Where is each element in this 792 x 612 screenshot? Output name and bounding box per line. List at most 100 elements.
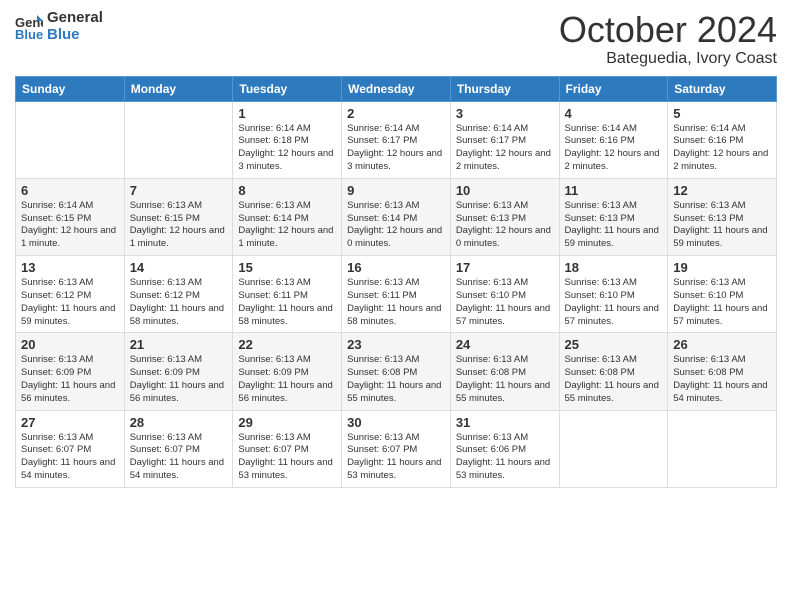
day-number: 13	[21, 260, 119, 275]
day-info: Sunrise: 6:13 AM Sunset: 6:09 PM Dayligh…	[238, 354, 336, 405]
calendar-cell: 21 Sunrise: 6:13 AM Sunset: 6:09 PM Dayli…	[124, 333, 233, 410]
day-number: 14	[130, 260, 228, 275]
weekday-header: Sunday	[16, 76, 125, 101]
calendar-cell: 27 Sunrise: 6:13 AM Sunset: 6:07 PM Dayli…	[16, 410, 125, 487]
calendar: SundayMondayTuesdayWednesdayThursdayFrid…	[15, 76, 777, 488]
day-number: 26	[673, 337, 771, 352]
day-info: Sunrise: 6:13 AM Sunset: 6:14 PM Dayligh…	[347, 200, 445, 251]
calendar-cell	[559, 410, 668, 487]
day-info: Sunrise: 6:13 AM Sunset: 6:13 PM Dayligh…	[673, 200, 771, 251]
title-block: October 2024 Bateguedia, Ivory Coast	[559, 10, 777, 68]
day-info: Sunrise: 6:13 AM Sunset: 6:07 PM Dayligh…	[130, 432, 228, 483]
month-title: October 2024	[559, 10, 777, 50]
day-info: Sunrise: 6:14 AM Sunset: 6:15 PM Dayligh…	[21, 200, 119, 251]
calendar-cell: 28 Sunrise: 6:13 AM Sunset: 6:07 PM Dayli…	[124, 410, 233, 487]
day-number: 31	[456, 415, 554, 430]
calendar-cell: 25Sunrise: 6:13 AM Sunset: 6:08 PM Dayli…	[559, 333, 668, 410]
calendar-cell: 12 Sunrise: 6:13 AM Sunset: 6:13 PM Dayli…	[668, 178, 777, 255]
calendar-cell: 20 Sunrise: 6:13 AM Sunset: 6:09 PM Dayli…	[16, 333, 125, 410]
day-number: 27	[21, 415, 119, 430]
logo: General Blue General Blue	[15, 10, 103, 43]
location: Bateguedia, Ivory Coast	[559, 50, 777, 68]
day-info: Sunrise: 6:13 AM Sunset: 6:08 PM Dayligh…	[673, 354, 771, 405]
calendar-cell: 10 Sunrise: 6:13 AM Sunset: 6:13 PM Dayli…	[450, 178, 559, 255]
calendar-cell: 3Sunrise: 6:14 AM Sunset: 6:17 PM Daylig…	[450, 101, 559, 178]
day-info: Sunrise: 6:13 AM Sunset: 6:08 PM Dayligh…	[456, 354, 554, 405]
day-number: 28	[130, 415, 228, 430]
day-number: 18	[565, 260, 663, 275]
day-info: Sunrise: 6:13 AM Sunset: 6:10 PM Dayligh…	[565, 277, 663, 328]
calendar-cell: 26 Sunrise: 6:13 AM Sunset: 6:08 PM Dayli…	[668, 333, 777, 410]
day-number: 1	[238, 106, 336, 121]
day-info: Sunrise: 6:13 AM Sunset: 6:10 PM Dayligh…	[456, 277, 554, 328]
day-number: 19	[673, 260, 771, 275]
calendar-week-row: 13 Sunrise: 6:13 AM Sunset: 6:12 PM Dayli…	[16, 256, 777, 333]
calendar-cell	[16, 101, 125, 178]
calendar-cell: 5 Sunrise: 6:14 AM Sunset: 6:16 PM Daylig…	[668, 101, 777, 178]
calendar-cell: 14 Sunrise: 6:13 AM Sunset: 6:12 PM Dayli…	[124, 256, 233, 333]
day-number: 6	[21, 183, 119, 198]
day-info: Sunrise: 6:13 AM Sunset: 6:13 PM Dayligh…	[565, 200, 663, 251]
calendar-cell: 4 Sunrise: 6:14 AM Sunset: 6:16 PM Daylig…	[559, 101, 668, 178]
day-info: Sunrise: 6:13 AM Sunset: 6:07 PM Dayligh…	[238, 432, 336, 483]
day-info: Sunrise: 6:13 AM Sunset: 6:07 PM Dayligh…	[21, 432, 119, 483]
calendar-cell: 29 Sunrise: 6:13 AM Sunset: 6:07 PM Dayli…	[233, 410, 342, 487]
day-number: 17	[456, 260, 554, 275]
weekday-header: Saturday	[668, 76, 777, 101]
day-number: 20	[21, 337, 119, 352]
day-number: 25	[565, 337, 663, 352]
calendar-cell: 11 Sunrise: 6:13 AM Sunset: 6:13 PM Dayli…	[559, 178, 668, 255]
calendar-cell: 6 Sunrise: 6:14 AM Sunset: 6:15 PM Daylig…	[16, 178, 125, 255]
day-info: Sunrise: 6:14 AM Sunset: 6:18 PM Dayligh…	[238, 123, 336, 174]
calendar-cell	[124, 101, 233, 178]
calendar-week-row: 20 Sunrise: 6:13 AM Sunset: 6:09 PM Dayli…	[16, 333, 777, 410]
weekday-header: Monday	[124, 76, 233, 101]
calendar-cell: 1 Sunrise: 6:14 AM Sunset: 6:18 PM Daylig…	[233, 101, 342, 178]
calendar-cell: 2Sunrise: 6:14 AM Sunset: 6:17 PM Daylig…	[342, 101, 451, 178]
day-number: 23	[347, 337, 445, 352]
day-info: Sunrise: 6:13 AM Sunset: 6:11 PM Dayligh…	[238, 277, 336, 328]
day-number: 5	[673, 106, 771, 121]
weekday-header: Tuesday	[233, 76, 342, 101]
day-number: 9	[347, 183, 445, 198]
day-number: 8	[238, 183, 336, 198]
day-number: 29	[238, 415, 336, 430]
calendar-cell: 18 Sunrise: 6:13 AM Sunset: 6:10 PM Dayli…	[559, 256, 668, 333]
calendar-cell: 15 Sunrise: 6:13 AM Sunset: 6:11 PM Dayli…	[233, 256, 342, 333]
day-number: 3	[456, 106, 554, 121]
day-info: Sunrise: 6:13 AM Sunset: 6:11 PM Dayligh…	[347, 277, 445, 328]
calendar-cell: 23Sunrise: 6:13 AM Sunset: 6:08 PM Dayli…	[342, 333, 451, 410]
calendar-body: 1 Sunrise: 6:14 AM Sunset: 6:18 PM Daylig…	[16, 101, 777, 487]
day-info: Sunrise: 6:13 AM Sunset: 6:12 PM Dayligh…	[21, 277, 119, 328]
calendar-cell: 13 Sunrise: 6:13 AM Sunset: 6:12 PM Dayli…	[16, 256, 125, 333]
calendar-week-row: 27 Sunrise: 6:13 AM Sunset: 6:07 PM Dayli…	[16, 410, 777, 487]
day-number: 10	[456, 183, 554, 198]
day-number: 15	[238, 260, 336, 275]
weekday-header: Wednesday	[342, 76, 451, 101]
weekday-header-row: SundayMondayTuesdayWednesdayThursdayFrid…	[16, 76, 777, 101]
day-info: Sunrise: 6:14 AM Sunset: 6:16 PM Dayligh…	[565, 123, 663, 174]
logo-line1: General	[47, 10, 103, 27]
day-info: Sunrise: 6:14 AM Sunset: 6:17 PM Dayligh…	[347, 123, 445, 174]
calendar-cell: 8Sunrise: 6:13 AM Sunset: 6:14 PM Daylig…	[233, 178, 342, 255]
day-number: 21	[130, 337, 228, 352]
calendar-cell	[668, 410, 777, 487]
day-number: 4	[565, 106, 663, 121]
header: General Blue General Blue October 2024 B…	[15, 10, 777, 68]
calendar-cell: 22 Sunrise: 6:13 AM Sunset: 6:09 PM Dayli…	[233, 333, 342, 410]
day-info: Sunrise: 6:14 AM Sunset: 6:16 PM Dayligh…	[673, 123, 771, 174]
logo-line2: Blue	[47, 27, 103, 44]
day-info: Sunrise: 6:13 AM Sunset: 6:12 PM Dayligh…	[130, 277, 228, 328]
day-info: Sunrise: 6:13 AM Sunset: 6:09 PM Dayligh…	[21, 354, 119, 405]
day-info: Sunrise: 6:13 AM Sunset: 6:09 PM Dayligh…	[130, 354, 228, 405]
day-number: 30	[347, 415, 445, 430]
day-number: 11	[565, 183, 663, 198]
day-number: 12	[673, 183, 771, 198]
calendar-cell: 7Sunrise: 6:13 AM Sunset: 6:15 PM Daylig…	[124, 178, 233, 255]
weekday-header: Thursday	[450, 76, 559, 101]
logo-icon: General Blue	[15, 13, 43, 41]
day-info: Sunrise: 6:13 AM Sunset: 6:13 PM Dayligh…	[456, 200, 554, 251]
day-number: 22	[238, 337, 336, 352]
calendar-cell: 9 Sunrise: 6:13 AM Sunset: 6:14 PM Daylig…	[342, 178, 451, 255]
day-info: Sunrise: 6:13 AM Sunset: 6:10 PM Dayligh…	[673, 277, 771, 328]
